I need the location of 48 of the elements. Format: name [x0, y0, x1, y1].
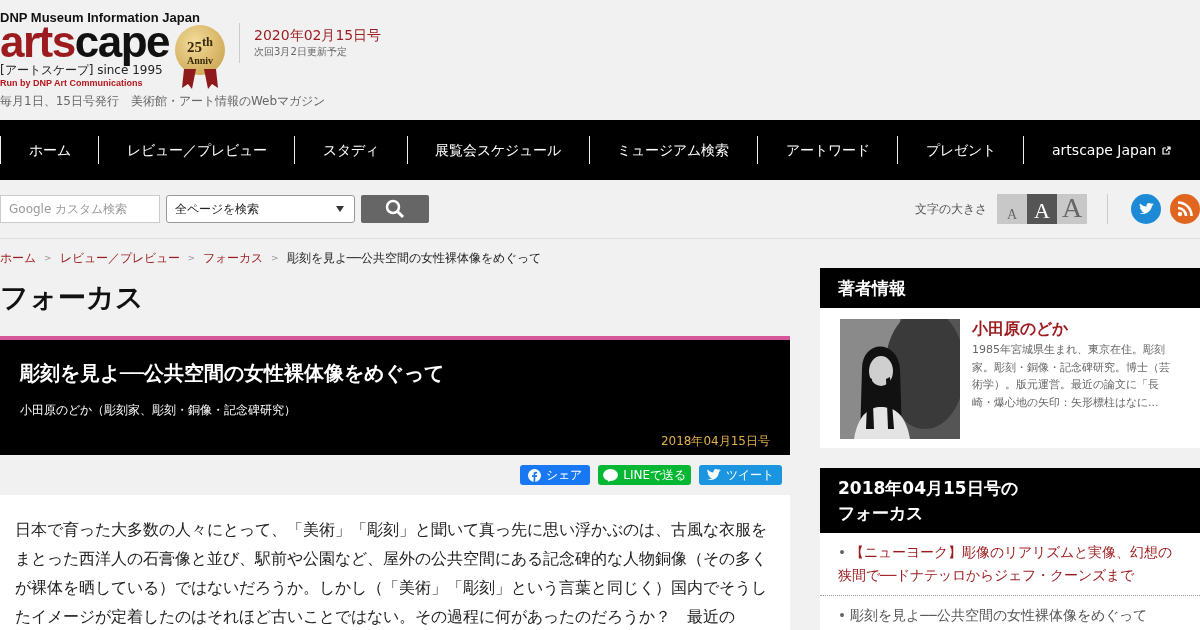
- search-button[interactable]: [361, 195, 429, 223]
- breadcrumb-current: 彫刻を見よ──公共空間の女性裸体像をめぐって: [286, 249, 542, 267]
- next-update-note: 次回3月2日更新予定: [254, 45, 348, 59]
- related-article-link[interactable]: • 【ニューヨーク】彫像のリアリズムと実像、幻想の狭間で──ドナテッロからジェフ・クーンズまで: [820, 533, 1200, 596]
- nav-link[interactable]: 展覧会スケジュール: [406, 136, 589, 164]
- sidebar-heading: フォーカス: [838, 502, 923, 525]
- section-title: フォーカス: [0, 280, 145, 316]
- breadcrumb-link[interactable]: フォーカス: [203, 249, 264, 267]
- article-author: 小田原のどか（彫刻家、彫刻・銅像・記念碑研究）: [20, 402, 297, 419]
- breadcrumb-separator: >: [44, 253, 52, 263]
- publisher-credit: Run by DNP Art Communications: [0, 78, 143, 89]
- search-scope-dropdown[interactable]: 全ページを検索: [166, 195, 355, 223]
- author-name[interactable]: 小田原のどか: [972, 319, 1180, 339]
- nav-link[interactable]: レビュー／プレビュー: [98, 136, 295, 164]
- site-description: 毎月1日、15日号発行 美術館・アート情報のWebマガジン: [0, 93, 326, 110]
- nav-link[interactable]: ホーム: [0, 136, 99, 164]
- font-size-button[interactable]: A: [1027, 194, 1057, 224]
- logo-tagline: DNP Museum Information Japan: [0, 10, 200, 25]
- article-date: 2018年04月15日号: [659, 433, 770, 450]
- badge-number: 25$^{th}$: [186, 33, 214, 55]
- breadcrumb-separator: >: [271, 253, 279, 263]
- twitter-bird-icon[interactable]: [1131, 194, 1161, 224]
- sidebar-heading: 2018年04月15日号の: [838, 477, 1018, 500]
- nav-link[interactable]: プレゼント: [897, 136, 1024, 164]
- nav-link[interactable]: ミュージアム検索: [588, 136, 757, 164]
- breadcrumb-link[interactable]: ホーム: [0, 249, 36, 267]
- search-field[interactable]: Google カスタム検索: [0, 195, 160, 223]
- caret-icon: [336, 206, 344, 212]
- search-icon: [385, 199, 405, 219]
- share-button[interactable]: シェア: [520, 465, 591, 485]
- related-article-link[interactable]: • 彫刻を見よ──公共空間の女性裸体像をめぐって: [820, 596, 1200, 630]
- breadcrumb-separator: >: [187, 253, 196, 263]
- article-paragraph: 日本で育った大多数の人々にとって、「美術」「彫刻」と聞いて真っ先に思い浮かぶのは、古風な衣服をまとった西洋人の石膏像と並び、駅前や公園など、屋外の公共空間にある記念碑的な人物銅像（その多くが裸体を晒している）ではないだろうか。しかし（「美術」「彫刻」という言葉と同じく）国内でそうしたイメージが定着したのはそれほど古いことではない。その過程に何があったのだろうか？ 最近の: [15, 519, 768, 628]
- article-title: 彫刻を見よ──公共空間の女性裸体像をめぐって: [20, 360, 446, 386]
- author-bio: 1985年宮城県生まれ、東京在住。彫刻家。彫刻・銅像・記念碑研究。博士（芸術学）。版元運営。最近の論文に「長崎・爆心地の矢印：矢形標柱はなに...: [972, 342, 1171, 411]
- breadcrumb-link[interactable]: レビュー／プレビュー: [59, 249, 180, 267]
- nav-link[interactable]: アートワード: [757, 136, 898, 164]
- badge-label: Anniv: [186, 54, 214, 67]
- nav-link[interactable]: artscape Japan: [1023, 136, 1200, 164]
- sidebar-heading: 著者情報: [820, 268, 1200, 308]
- rss-icon[interactable]: [1170, 194, 1200, 224]
- issue-date: 2020年02月15日号: [254, 26, 382, 45]
- font-size-button[interactable]: A: [997, 194, 1027, 224]
- facebook-icon: [528, 468, 542, 482]
- nav-link[interactable]: スタディ: [294, 136, 407, 164]
- font-size-label: 文字の大きさ: [915, 200, 987, 218]
- speech-bubble-icon: [603, 468, 619, 482]
- twitter-bird-icon: [707, 469, 721, 481]
